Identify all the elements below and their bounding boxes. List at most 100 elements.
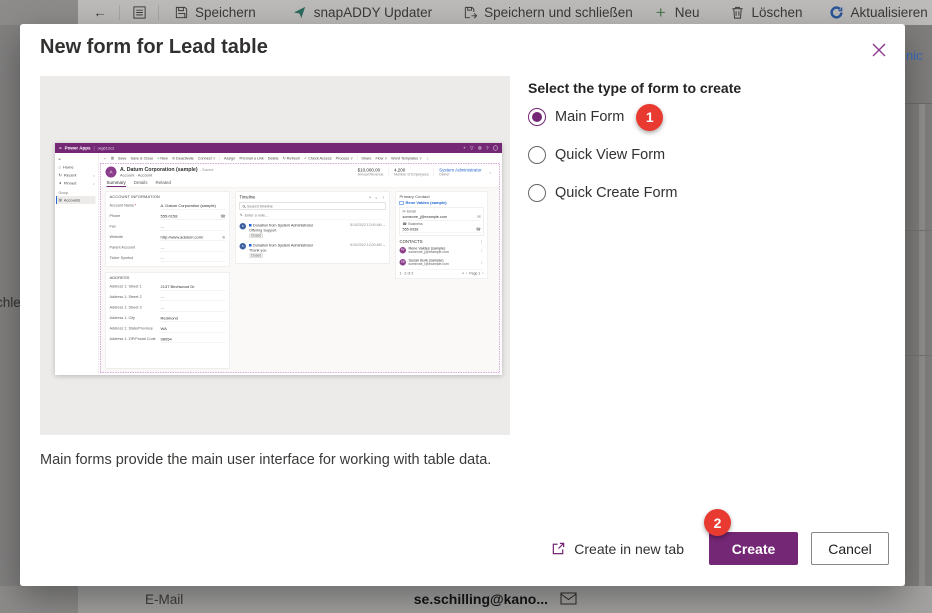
mini-cmd-connect: Connect∨ [198, 156, 216, 161]
timeline-post: S Donation from System Administrator Off… [240, 220, 386, 240]
refresh-button[interactable]: Aktualisieren [829, 5, 928, 21]
field-row: Parent Account--- [110, 243, 226, 254]
status-chip: Closed [249, 254, 263, 259]
mini-app-screenshot: ≡ Power Apps | org612c2 + ▽ ⚙ ? ≡ [55, 143, 502, 375]
mini-nav-accounts: ⊞Accounts [56, 196, 96, 204]
mini-cmd-save-close: Save & Close [130, 156, 153, 161]
clock-icon: ↻ [59, 173, 62, 178]
table-icon: ⊞ [59, 198, 62, 203]
form-preview-panel: ≡ Power Apps | org612c2 + ▽ ⚙ ? ≡ [40, 76, 510, 435]
card-title: ACCOUNT INFORMATION [110, 195, 226, 200]
background-left-partial-text: chle [0, 295, 20, 310]
radio-icon[interactable] [528, 146, 546, 164]
new-button[interactable]: + Neu [653, 5, 700, 21]
new-form-dialog: New form for Lead table ≡ Power Apps | o… [20, 24, 905, 586]
gear-icon: ⚙ [478, 145, 482, 151]
envelope-icon [560, 592, 577, 610]
contact-list-item: SB Susan Burk (sample)someone_l@example.… [400, 256, 484, 268]
more-icon: ⋮ [480, 260, 484, 265]
cancel-button[interactable]: Cancel [811, 532, 889, 565]
back-button[interactable]: ← [92, 5, 108, 21]
delete-button[interactable]: Löschen [729, 5, 802, 21]
stat-employees: 4,200Number of Employees [389, 168, 434, 177]
save-and-close-button[interactable]: Speichern und schließen [462, 5, 633, 21]
refresh-button-label: Aktualisieren [851, 5, 928, 20]
add-icon: + [463, 146, 465, 151]
mini-nav-home: ⌂Home [59, 163, 96, 171]
mini-cmd-refresh: ↻Refresh [283, 156, 300, 161]
mini-sitemap: ≡ ⌂Home ↻Recent⌄ ✦Pinned⌄ Group ⊞Account… [55, 153, 99, 375]
more-icon: ⋮ [480, 239, 484, 244]
mini-cmd-email-link: ✉Email a Link [239, 156, 264, 161]
annotation-badge-2: 2 [704, 509, 731, 536]
create-in-new-tab-link[interactable]: Create in new tab [551, 541, 684, 557]
radio-quick-create-form[interactable]: Quick Create Form [528, 184, 677, 202]
radio-quick-view-form[interactable]: Quick View Form [528, 146, 677, 164]
create-in-new-tab-label: Create in new tab [574, 541, 684, 557]
mini-nav-recent: ↻Recent⌄ [59, 171, 96, 179]
mini-nav-menu: ≡ [59, 155, 96, 163]
mini-cmd-process: Process∨ [336, 156, 353, 161]
pencil-icon: ✎ [240, 213, 243, 218]
mini-cmd-assign: Assign [224, 156, 235, 161]
hamburger-icon: ≡ [59, 146, 62, 151]
background-scrollbar[interactable] [919, 104, 925, 586]
tab-details: Details [134, 180, 148, 187]
background-right-strip: nic [905, 25, 932, 586]
avatar [493, 146, 498, 151]
tab-summary: Summary [107, 180, 126, 187]
toolbar-divider [119, 5, 120, 20]
mini-cmd-deactivate: ⊘Deactivate [172, 156, 194, 161]
mini-cmd-divider [219, 156, 220, 161]
phone-icon: ☎ [403, 222, 407, 226]
address-card: ADDRESS Address 1: Street 12137 Birchwoo… [105, 272, 230, 369]
field-row: Address 1: Street 12137 Birchwood Dr [110, 282, 226, 293]
background-left-strip: chle [0, 25, 20, 586]
chevron-down-icon: ⌄ [487, 170, 494, 175]
close-button[interactable] [867, 38, 891, 62]
email-field-label: E-Mail [145, 592, 183, 607]
background-right-partial-text: nic [906, 48, 923, 63]
mini-appbar-divider: | [93, 146, 94, 151]
mini-form-tabs: Summary Details Related [101, 179, 500, 188]
phone-icon: ☎ [221, 214, 226, 219]
chevron-down-icon: ⌄ [375, 195, 378, 200]
record-saved: - Saved [200, 168, 214, 173]
mini-form-region: A A. Datum Corporation (sample)- Saved A… [100, 164, 500, 373]
background-divider-line [905, 230, 932, 231]
create-button[interactable]: Create [709, 532, 798, 565]
dialog-title: New form for Lead table [40, 36, 268, 59]
snapaddy-updater-button[interactable]: snapADDY Updater [292, 5, 432, 21]
mini-cmd-flow: Flow∨ [375, 156, 387, 161]
avatar: S [240, 223, 247, 230]
mini-brand: Power Apps [65, 146, 91, 151]
hamburger-icon: ≡ [59, 157, 61, 162]
refresh-icon: ↻ [283, 156, 286, 161]
save-button-label: Speichern [195, 5, 256, 20]
radio-main-form[interactable]: Main Form 1 [528, 108, 677, 126]
radio-selected-icon[interactable] [528, 108, 546, 126]
mini-cmd-divider [357, 156, 358, 161]
save-icon [173, 5, 189, 21]
save-button[interactable]: Speichern [173, 5, 256, 21]
form-list-button[interactable] [131, 5, 147, 21]
record-avatar: A [106, 167, 117, 178]
record-name: A. Datum Corporation (sample) [120, 167, 198, 173]
back-arrow-icon: ← [103, 156, 107, 161]
snapaddy-button-label: snapADDY Updater [314, 5, 432, 20]
mini-app-bar: ≡ Power Apps | org612c2 + ▽ ⚙ ? [55, 143, 502, 153]
timeline-search-input: Search timeline [240, 202, 386, 210]
app-sidebar-edge-bottom [0, 586, 78, 613]
mini-command-bar: ← ⊞ Save Save & Close +New ⊘Deactivate C… [99, 153, 502, 163]
record-stats: $10,000.00Annual Revenue 4,200Number of … [353, 168, 494, 177]
field-row: Address 1: ZIP/Postal Code98054 [110, 334, 226, 345]
refresh-icon [829, 5, 845, 21]
field-row: Address 1: CityRedmond [110, 313, 226, 324]
app-command-bar: ← Speichern snapADDY Updater Speichern u… [0, 0, 932, 25]
annotation-badge-1: 1 [636, 104, 663, 131]
radio-icon[interactable] [528, 184, 546, 202]
email-field-value: se.schilling@kano... [258, 591, 548, 607]
card-title: Primary Contact [400, 195, 484, 200]
field-row: Phone555-0158☎ [110, 211, 226, 222]
form-type-heading: Select the type of form to create [528, 80, 741, 96]
